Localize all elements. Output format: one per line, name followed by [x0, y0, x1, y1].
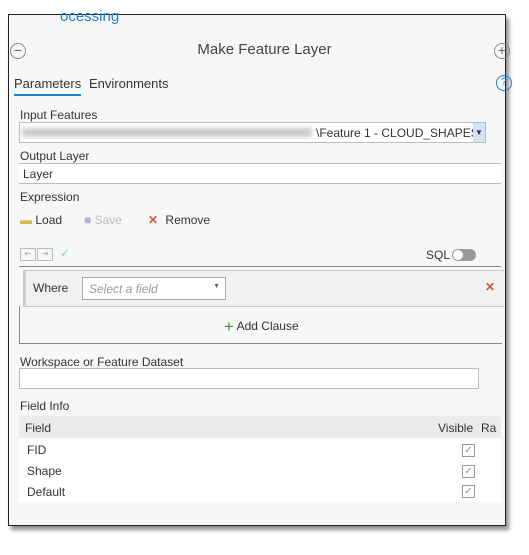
field-name: Shape — [27, 464, 62, 478]
plus-icon: + — [224, 317, 234, 336]
save-label: Save — [94, 213, 122, 227]
remove-icon: ✕ — [148, 213, 159, 227]
tab-parameters[interactable]: Parameters — [14, 76, 82, 96]
remove-label: Remove — [165, 213, 211, 227]
chevron-down-icon: ▼ — [213, 283, 220, 290]
sql-toggle[interactable] — [452, 249, 476, 261]
input-features-label: Input Features — [20, 108, 98, 122]
page-title: Make Feature Layer — [197, 41, 332, 58]
input-features-value: \Feature 1 - CLOUD_SHAPES — [316, 126, 479, 140]
column-field: Field — [25, 421, 52, 435]
save-icon: ■ — [84, 213, 92, 227]
visible-checkbox[interactable]: ✓ — [462, 465, 475, 478]
remove-button[interactable]: ✕ Remove — [148, 213, 210, 227]
load-label: Load — [35, 213, 63, 227]
add-clause-button[interactable]: + Add Clause — [224, 317, 299, 337]
save-button: ■ Save — [84, 213, 122, 227]
output-layer-label: Output Layer — [20, 149, 90, 163]
visible-checkbox[interactable]: ✓ — [462, 444, 475, 457]
verify-check-icon[interactable]: ✓ — [60, 246, 70, 260]
field-info-header — [19, 416, 501, 438]
output-layer-value: Layer — [23, 167, 54, 181]
column-visible: Visible — [438, 421, 474, 435]
add-clause-label: Add Clause — [236, 319, 299, 333]
sql-label: SQL — [426, 248, 451, 262]
where-label: Where — [33, 281, 69, 295]
divider — [19, 266, 501, 267]
chevron-down-icon[interactable]: ▼ — [473, 123, 485, 142]
field-name: Default — [27, 485, 66, 499]
input-features-field[interactable]: \Feature 1 - CLOUD_SHAPES ▼ — [19, 122, 486, 143]
field-select[interactable]: Select a field ▼ — [82, 277, 226, 300]
load-button[interactable]: ▬ Load — [20, 213, 62, 227]
visible-checkbox[interactable]: ✓ — [462, 485, 475, 498]
field-select-placeholder: Select a field — [89, 282, 158, 296]
output-layer-field[interactable]: Layer — [19, 163, 501, 184]
breadcrumb[interactable]: ocessing — [60, 8, 119, 25]
expression-label: Expression — [20, 190, 80, 204]
workspace-field[interactable] — [19, 368, 479, 389]
help-icon[interactable]: ? — [496, 75, 512, 91]
delete-clause-icon[interactable]: ✕ — [485, 280, 495, 294]
folder-icon: ▬ — [20, 213, 32, 227]
blurred-path — [22, 128, 312, 137]
add-icon[interactable]: + — [494, 43, 510, 59]
column-ra: Ra — [481, 421, 497, 435]
field-name: FID — [27, 443, 47, 457]
tab-environments[interactable]: Environments — [89, 76, 168, 91]
outdent-icon[interactable]: ⇤ — [20, 248, 36, 261]
field-info-label: Field Info — [20, 399, 70, 413]
field-info-table — [19, 438, 501, 502]
indent-icon[interactable]: ⇥ — [37, 248, 53, 261]
workspace-label: Workspace or Feature Dataset — [20, 355, 184, 369]
